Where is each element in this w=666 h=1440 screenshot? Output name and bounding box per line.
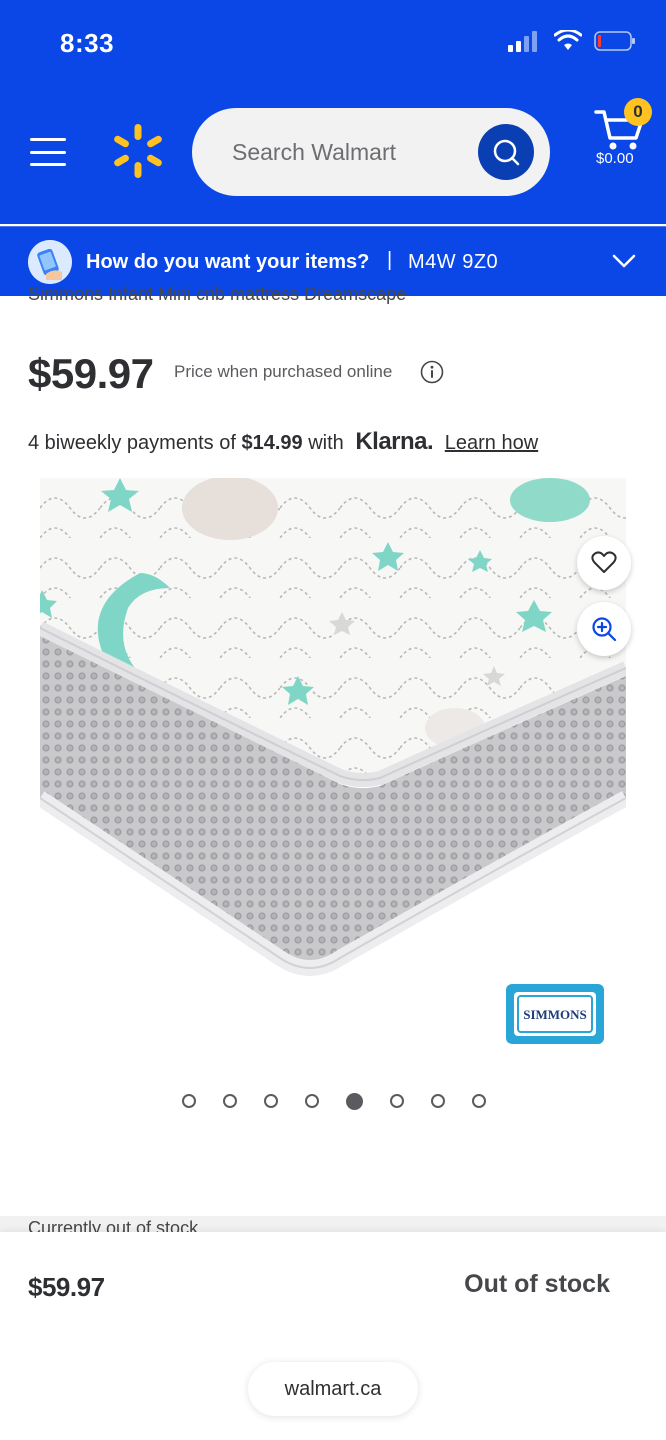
svg-text:SIMMONS: SIMMONS bbox=[523, 1007, 587, 1022]
product-image[interactable]: SIMMONS bbox=[40, 478, 626, 1050]
delivery-icon bbox=[28, 240, 72, 284]
carousel-dot[interactable] bbox=[431, 1094, 445, 1108]
klarna-logo: Klarna. bbox=[355, 428, 434, 455]
carousel-dot[interactable] bbox=[264, 1094, 278, 1108]
status-icons bbox=[508, 30, 636, 52]
chevron-down-icon[interactable] bbox=[612, 251, 636, 271]
carousel-dot[interactable] bbox=[305, 1094, 319, 1108]
postal-code: M4W 9Z0 bbox=[408, 251, 499, 273]
battery-icon bbox=[594, 31, 635, 51]
spark-logo-icon[interactable] bbox=[112, 124, 164, 178]
browser-url-pill[interactable]: walmart.ca bbox=[248, 1362, 418, 1416]
availability-status: Currently out of stock bbox=[28, 1218, 199, 1232]
klarna-payment-line: 4 biweekly payments of $14.99 with Klarn… bbox=[28, 428, 538, 456]
klarna-with: with bbox=[308, 432, 344, 454]
product-price: $59.97 bbox=[28, 350, 154, 397]
status-time: 8:33 bbox=[60, 28, 115, 58]
wifi-icon bbox=[554, 30, 582, 50]
search-placeholder: Search Walmart bbox=[232, 139, 397, 165]
out-of-stock-label: Out of stock bbox=[464, 1270, 610, 1298]
cart-total: $0.00 bbox=[596, 150, 634, 167]
carousel-dot[interactable] bbox=[472, 1094, 486, 1108]
price-note: Price when purchased online bbox=[174, 362, 393, 381]
search-button[interactable] bbox=[478, 124, 534, 180]
menu-icon[interactable] bbox=[30, 138, 66, 166]
search-icon bbox=[493, 139, 520, 166]
zoom-in-icon bbox=[592, 617, 617, 642]
cart-count-badge: 0 bbox=[624, 98, 652, 126]
carousel-dot[interactable] bbox=[390, 1094, 404, 1108]
mattress-illustration: SIMMONS bbox=[40, 478, 626, 1050]
carousel-dot[interactable] bbox=[182, 1094, 196, 1108]
search-input[interactable]: Search Walmart bbox=[192, 108, 550, 196]
fulfillment-question: How do you want your items? bbox=[86, 251, 370, 273]
carousel-dot[interactable] bbox=[223, 1094, 237, 1108]
simmons-logo: SIMMONS bbox=[506, 984, 604, 1044]
app-header: 8:33 Search Walmart 0 $0.00 bbox=[0, 0, 666, 224]
heart-icon bbox=[591, 551, 617, 573]
bottom-action-bar: $59.97 Out of stock walmart.ca bbox=[0, 1232, 666, 1440]
zoom-button[interactable] bbox=[577, 602, 631, 656]
klarna-amount: $14.99 bbox=[241, 432, 303, 454]
image-carousel-dots[interactable] bbox=[182, 1092, 486, 1110]
signal-icon bbox=[508, 31, 537, 52]
klarna-prefix: 4 biweekly payments of bbox=[28, 432, 236, 454]
info-icon[interactable] bbox=[420, 360, 444, 384]
carousel-dot[interactable] bbox=[346, 1092, 363, 1110]
product-title: Simmons Infant Mini crib mattress Dreams… bbox=[28, 284, 407, 304]
favorite-button[interactable] bbox=[577, 536, 631, 590]
fulfillment-separator: | bbox=[387, 249, 393, 271]
bottom-price: $59.97 bbox=[28, 1272, 105, 1302]
learn-how-link[interactable]: Learn how bbox=[445, 432, 538, 454]
